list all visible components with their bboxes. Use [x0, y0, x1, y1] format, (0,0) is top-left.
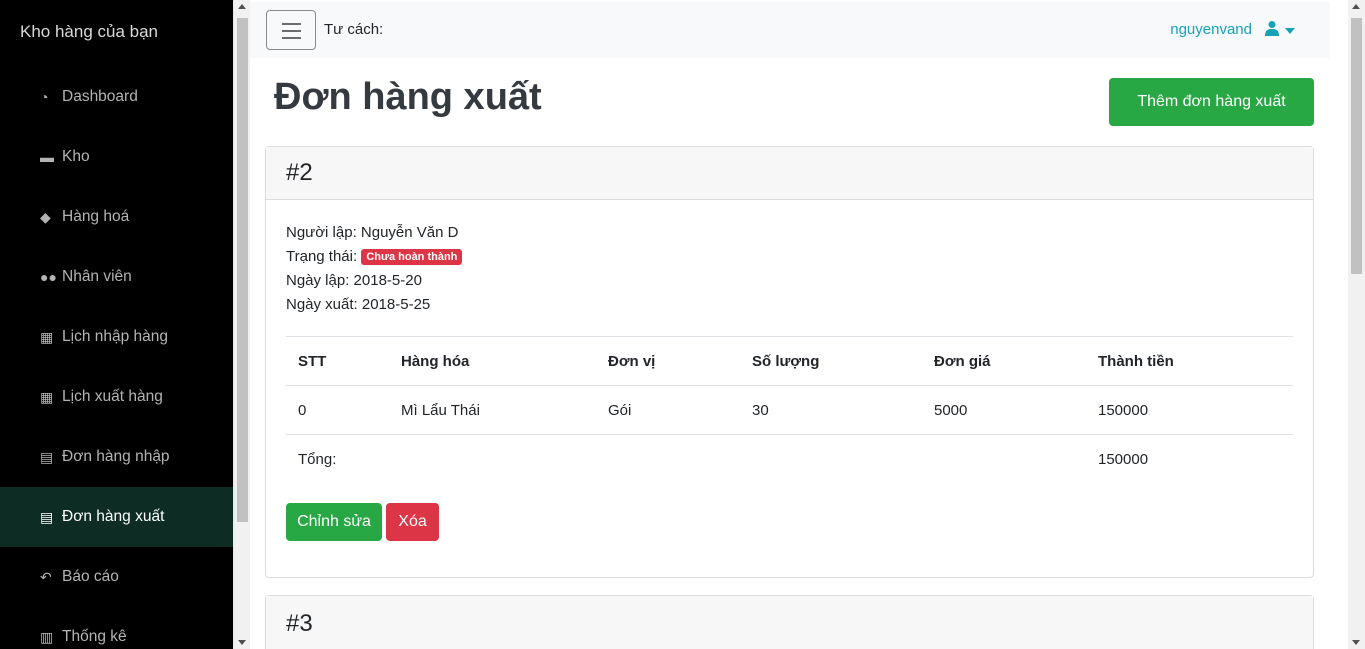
order-card: #3 [265, 595, 1314, 649]
sidebar-item-label: Nhân viên [62, 268, 132, 285]
warehouse-icon: ▬ [40, 149, 54, 165]
scroll-down-icon[interactable] [1352, 640, 1360, 645]
edit-button[interactable]: Chỉnh sửa [286, 503, 382, 541]
sidebar-item-don-hang-nhap[interactable]: ▤ Đơn hàng nhập [0, 427, 233, 487]
order-creator: Người lập: Nguyễn Văn D [286, 224, 459, 241]
sidebar-item-don-hang-xuat[interactable]: ▤ Đơn hàng xuất [0, 487, 233, 547]
scroll-up-icon[interactable] [238, 4, 246, 9]
column-header: Đơn giá [922, 336, 1086, 386]
file-icon: ▤ [40, 448, 54, 465]
table-cell: Mì Lẩu Thái [389, 385, 596, 435]
sidebar-item-label: Kho [62, 148, 90, 165]
delete-button[interactable]: Xóa [386, 503, 439, 541]
username-link[interactable]: nguyenvand [1170, 21, 1252, 38]
cube-icon: ◆ [40, 208, 51, 225]
sidebar-item-label: Hàng hoá [62, 208, 130, 225]
order-export-date: Ngày xuất: 2018-5-25 [286, 296, 431, 313]
dashboard-icon: ◔ [40, 89, 49, 105]
users-icon: ●● [40, 269, 57, 285]
column-header: Thành tiền [1086, 336, 1293, 386]
calendar-icon: ▦ [40, 328, 54, 345]
reply-icon: ↶ [40, 568, 52, 585]
order-created-date: Ngày lập: 2018-5-20 [286, 272, 422, 289]
sidebar-item-label: Lịch nhập hàng [62, 328, 169, 345]
order-card: #2 Người lập: Nguyễn Văn D Trạng thái: C… [265, 146, 1314, 578]
hamburger-icon [282, 30, 301, 32]
table-cell: 0 [286, 385, 389, 435]
sidebar-scrollbar[interactable] [233, 0, 250, 649]
user-icon[interactable] [1264, 20, 1280, 40]
status-label: Trạng thái: [286, 248, 358, 265]
sidebar-item-lich-xuat-hang[interactable]: ▦ Lịch xuất hàng [0, 367, 233, 427]
sidebar-item-label: Đơn hàng nhập [62, 448, 170, 465]
sidebar-item-label: Báo cáo [62, 568, 119, 585]
scrollbar-thumb[interactable] [237, 18, 248, 522]
order-id: #3 [266, 596, 1313, 649]
hamburger-icon [282, 37, 301, 39]
order-id: #2 [266, 147, 1313, 200]
order-status-row: Trạng thái: Chưa hoàn thành [286, 248, 463, 265]
file-icon: ▤ [40, 508, 54, 525]
table-cell: 150000 [1086, 385, 1293, 435]
sidebar-item-label: Lịch xuất hàng [62, 388, 163, 405]
bar-chart-icon: ▥ [40, 628, 54, 645]
sidebar-item-hang-hoa[interactable]: ◆ Hàng hoá [0, 187, 233, 247]
sidebar-item-kho[interactable]: ▬ Kho [0, 127, 233, 187]
order-items-table: STT Hàng hóa Đơn vị Số lượng Đơn giá Thà… [286, 336, 1293, 484]
sidebar-brand[interactable]: Kho hàng của bạn [20, 22, 158, 42]
status-badge: Chưa hoàn thành [361, 249, 463, 265]
sidebar-item-dashboard[interactable]: ◔ Dashboard [0, 67, 233, 127]
role-label: Tư cách: [324, 21, 384, 38]
sidebar-item-lich-nhap-hang[interactable]: ▦ Lịch nhập hàng [0, 307, 233, 367]
chevron-down-icon[interactable] [1285, 28, 1295, 34]
sidebar-item-label: Thống kê [62, 628, 127, 645]
sidebar-item-nhan-vien[interactable]: ●● Nhân viên [0, 247, 233, 307]
table-row: 0 Mì Lẩu Thái Gói 30 5000 150000 [286, 385, 1293, 435]
calendar-icon: ▦ [40, 388, 54, 405]
column-header: Số lượng [740, 336, 922, 386]
hamburger-icon [282, 23, 301, 25]
sidebar-item-thong-ke[interactable]: ▥ Thống kê [0, 607, 233, 649]
sidebar-item-label: Dashboard [62, 88, 138, 105]
total-value: 150000 [1086, 434, 1293, 484]
scroll-down-icon[interactable] [238, 640, 246, 645]
column-header: Hàng hóa [389, 336, 596, 386]
sidebar-item-bao-cao[interactable]: ↶ Báo cáo [0, 547, 233, 607]
column-header: STT [286, 336, 389, 386]
table-header-row: STT Hàng hóa Đơn vị Số lượng Đơn giá Thà… [286, 336, 1293, 386]
column-header: Đơn vị [596, 336, 740, 386]
top-navbar: Tư cách: nguyenvand [250, 2, 1330, 58]
sidebar: Kho hàng của bạn ◔ Dashboard ▬ Kho ◆ Hàn… [0, 0, 233, 649]
scrollbar-thumb[interactable] [1351, 18, 1362, 274]
add-export-order-button[interactable]: Thêm đơn hàng xuất [1109, 78, 1314, 126]
table-cell: Gói [596, 385, 740, 435]
page-title: Đơn hàng xuất [274, 76, 542, 118]
table-cell: 5000 [922, 385, 1086, 435]
page-scrollbar[interactable] [1348, 0, 1365, 649]
total-label: Tổng: [286, 434, 1086, 484]
menu-toggle-button[interactable] [266, 10, 316, 50]
scroll-up-icon[interactable] [1352, 4, 1360, 9]
table-cell: 30 [740, 385, 922, 435]
total-row: Tổng: 150000 [286, 434, 1293, 484]
sidebar-item-label: Đơn hàng xuất [62, 508, 165, 525]
